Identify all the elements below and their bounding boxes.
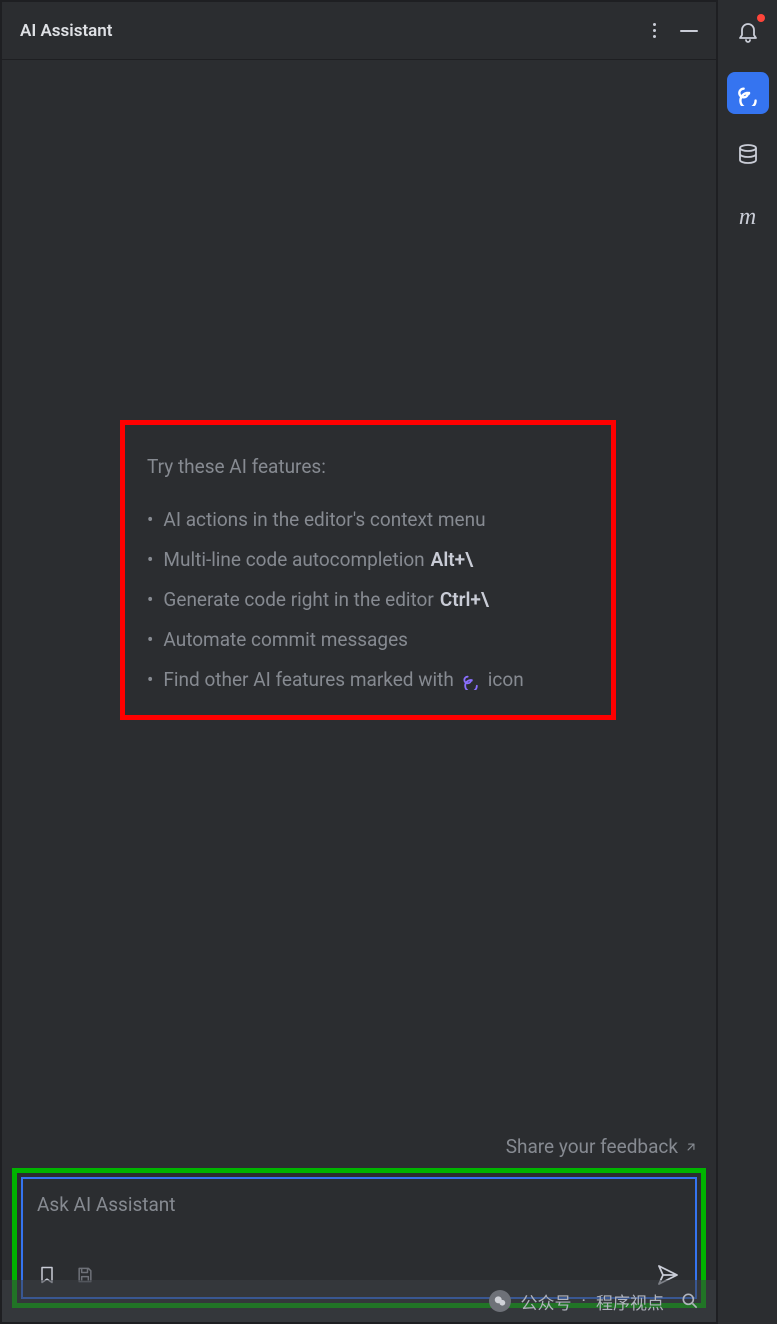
feature-text: Automate commit messages <box>163 620 408 660</box>
spiral-icon <box>735 80 761 106</box>
features-list: AI actions in the editor's context menu … <box>147 500 589 700</box>
panel-header: AI Assistant <box>2 2 716 60</box>
panel-content: Try these AI features: AI actions in the… <box>2 60 716 1322</box>
header-actions <box>653 23 698 38</box>
input-highlight-box: Ask AI Assistant <box>12 1168 706 1308</box>
feature-text: icon <box>488 660 524 700</box>
external-link-icon <box>684 1140 698 1154</box>
right-toolbar: m <box>717 0 777 1324</box>
feedback-label: Share your feedback <box>506 1135 678 1158</box>
minus-icon <box>680 30 698 32</box>
send-button[interactable] <box>655 1263 681 1287</box>
chat-input-placeholder: Ask AI Assistant <box>37 1193 681 1263</box>
share-feedback-link[interactable]: Share your feedback <box>12 1135 706 1158</box>
save-icon <box>75 1265 95 1285</box>
more-options-button[interactable] <box>653 23 656 38</box>
maven-icon: m <box>739 204 756 231</box>
notifications-button[interactable] <box>727 10 769 52</box>
dots-vertical-icon <box>653 23 656 38</box>
feature-item: Generate code right in the editor Ctrl+\ <box>147 580 589 620</box>
bookmark-icon <box>37 1264 57 1286</box>
spiral-icon <box>460 669 482 691</box>
keyboard-shortcut: Alt+\ <box>431 540 473 580</box>
features-highlight-box: Try these AI features: AI actions in the… <box>120 420 616 720</box>
feature-text: Find other AI features marked with <box>163 660 453 700</box>
ai-assistant-button[interactable] <box>727 72 769 114</box>
panel-title: AI Assistant <box>20 21 653 41</box>
feature-item: AI actions in the editor's context menu <box>147 500 589 540</box>
feature-item: Find other AI features marked with icon <box>147 660 589 700</box>
feature-item: Multi-line code autocompletion Alt+\ <box>147 540 589 580</box>
ai-assistant-panel: AI Assistant Try these AI features: AI a… <box>0 0 717 1324</box>
features-title: Try these AI features: <box>147 455 589 478</box>
bookmark-button[interactable] <box>37 1264 57 1286</box>
send-icon <box>655 1263 681 1287</box>
feature-text: Multi-line code autocompletion <box>163 540 424 580</box>
keyboard-shortcut: Ctrl+\ <box>440 580 489 620</box>
notification-indicator <box>757 14 765 22</box>
panel-footer: Share your feedback Ask AI Assistant <box>2 1135 716 1322</box>
maven-button[interactable]: m <box>727 196 769 238</box>
feature-text: AI actions in the editor's context menu <box>163 500 485 540</box>
chat-input[interactable]: Ask AI Assistant <box>21 1177 697 1299</box>
save-button[interactable] <box>75 1265 95 1285</box>
database-button[interactable] <box>727 134 769 176</box>
feature-text: Generate code right in the editor <box>163 580 433 620</box>
bell-icon <box>736 19 760 43</box>
chat-input-toolbar <box>37 1263 681 1287</box>
feature-item: Automate commit messages <box>147 620 589 660</box>
database-icon <box>736 143 760 167</box>
minimize-button[interactable] <box>680 30 698 32</box>
